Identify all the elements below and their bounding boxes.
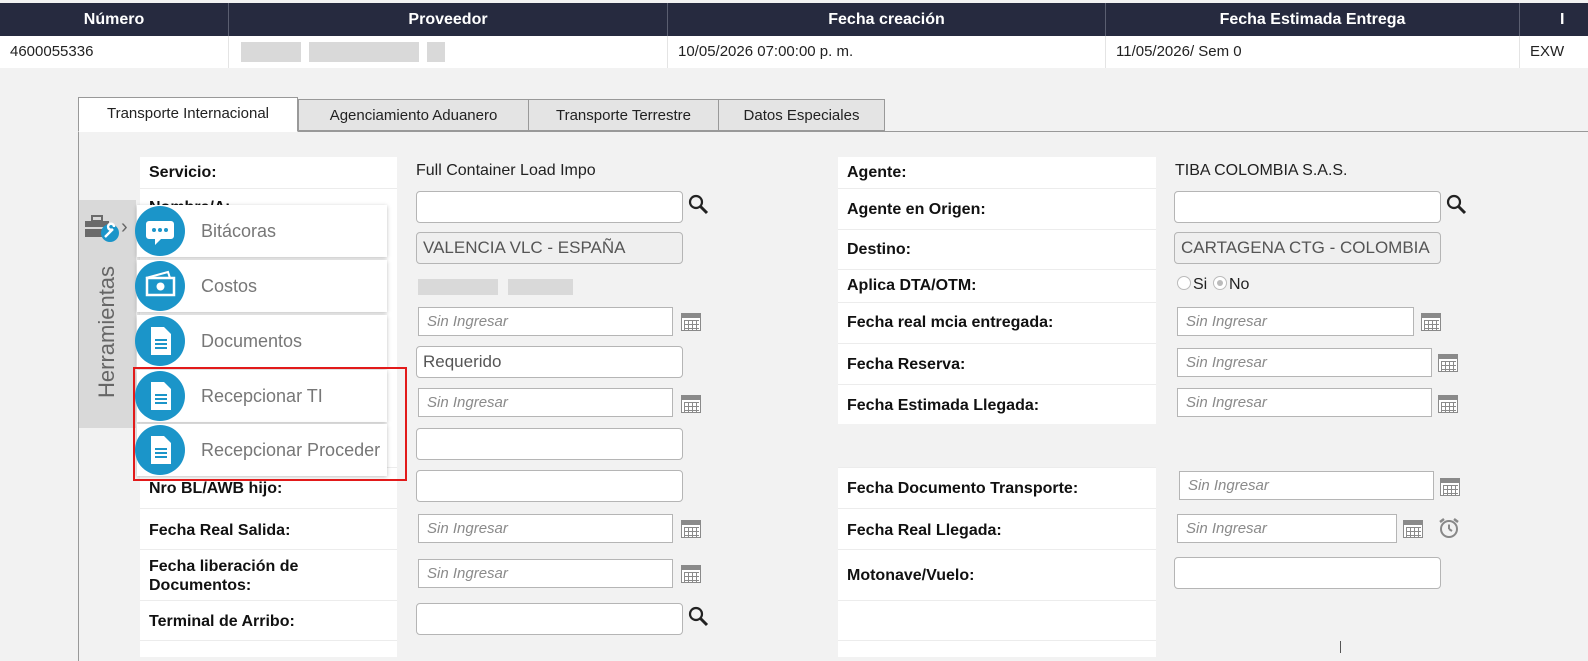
menu-item-bitacoras[interactable]: Bitácoras: [135, 205, 387, 257]
fecha-mcia-label: Fecha real mcia entregada:: [847, 314, 1054, 331]
alarm-clock-icon[interactable]: [1437, 516, 1461, 540]
tab-datos-especiales[interactable]: Datos Especiales: [718, 99, 885, 131]
radio-no-label: No: [1229, 276, 1250, 293]
servicio-label: Servicio:: [149, 164, 217, 181]
destino-label: Destino:: [847, 241, 911, 258]
agente-origen-label: Agente en Origen:: [847, 201, 986, 218]
search-icon[interactable]: [687, 605, 709, 627]
cell-incoterm: EXW: [1530, 43, 1565, 60]
fecha-mcia-input[interactable]: Sin Ingresar: [1177, 307, 1414, 336]
search-icon[interactable]: [1445, 193, 1467, 215]
calendar-icon[interactable]: [681, 520, 701, 538]
calendar-icon[interactable]: [1438, 395, 1458, 413]
calendar-icon[interactable]: [1421, 313, 1441, 331]
document-icon: [135, 316, 185, 366]
col-fecha-estimada[interactable]: Fecha Estimada Entrega: [1106, 3, 1520, 36]
chat-icon: [135, 206, 185, 256]
search-icon[interactable]: [687, 193, 709, 215]
destino-field[interactable]: CARTAGENA CTG - COLOMBIA: [1174, 232, 1441, 264]
menu-item-label: Documentos: [201, 331, 303, 351]
calendar-icon[interactable]: [1440, 478, 1460, 496]
chevron-right-icon[interactable]: ›: [121, 216, 128, 239]
calendar-icon[interactable]: [681, 313, 701, 331]
bl-hijo-label: Nro BL/AWB hijo:: [149, 480, 283, 497]
nombre-input[interactable]: [416, 191, 683, 223]
tab-agenciamiento-aduanero[interactable]: Agenciamiento Aduanero: [298, 99, 529, 131]
highlight-box: [133, 367, 407, 481]
fecha-real-llegada-label: Fecha Real Llegada:: [847, 522, 1002, 539]
redacted-value: [418, 279, 573, 295]
fecha-reserva-label: Fecha Reserva:: [847, 356, 966, 373]
menu-item-documentos[interactable]: Documentos: [135, 315, 387, 367]
table-row[interactable]: 4600055336 10/05/2026 07:00:00 p. m. 11/…: [0, 36, 1588, 68]
date-input[interactable]: Sin Ingresar: [418, 388, 673, 417]
agente-value: TIBA COLOMBIA S.A.S.: [1175, 162, 1348, 179]
fecha-real-llegada-input[interactable]: Sin Ingresar: [1177, 514, 1397, 543]
radio-si[interactable]: [1177, 276, 1191, 290]
bl-hijo-input[interactable]: [416, 470, 683, 502]
tools-title: Herramientas: [94, 265, 119, 398]
tools-panel[interactable]: › Herramientas: [79, 200, 136, 428]
col-proveedor[interactable]: Proveedor: [229, 3, 668, 36]
fecha-estimada-llegada-label: Fecha Estimada Llegada:: [847, 397, 1040, 414]
terminal-arribo-input[interactable]: [416, 603, 683, 635]
calendar-icon[interactable]: [681, 565, 701, 583]
calendar-icon[interactable]: [681, 395, 701, 413]
calendar-icon[interactable]: [1403, 520, 1423, 538]
requerido-input[interactable]: Requerido: [416, 346, 683, 378]
agente-label: Agente:: [847, 164, 907, 181]
motonave-label: Motonave/Vuelo:: [847, 567, 975, 584]
menu-item-label: Costos: [201, 276, 258, 296]
menu-item-costos[interactable]: Costos: [135, 260, 387, 312]
tab-transporte-terrestre[interactable]: Transporte Terrestre: [528, 99, 719, 131]
text-input[interactable]: [416, 428, 683, 460]
radio-no[interactable]: [1213, 276, 1227, 290]
col-numero[interactable]: Número: [0, 3, 229, 36]
calendar-icon[interactable]: [1438, 354, 1458, 372]
cell-fecha-entrega: 11/05/2026/ Sem 0: [1106, 36, 1520, 68]
terminal-arribo-label: Terminal de Arribo:: [149, 613, 295, 630]
motonave-input[interactable]: [1174, 557, 1441, 589]
servicio-value: Full Container Load Impo: [416, 162, 596, 179]
menu-item-label: Bitácoras: [201, 221, 277, 241]
col-fecha-creacion[interactable]: Fecha creación: [668, 3, 1106, 36]
cell-proveedor-redacted: [229, 36, 668, 68]
origen-field[interactable]: VALENCIA VLC - ESPAÑA: [416, 232, 683, 264]
fecha-real-salida-label: Fecha Real Salida:: [149, 522, 291, 539]
fecha-liberacion-input[interactable]: Sin Ingresar: [418, 559, 673, 588]
agente-origen-input[interactable]: [1174, 191, 1441, 223]
tab-transporte-internacional[interactable]: Transporte Internacional: [78, 97, 298, 132]
money-icon: [135, 261, 185, 311]
col-next[interactable]: I: [1520, 3, 1588, 36]
toolbox-icon: [85, 215, 119, 242]
grid-header: Número Proveedor Fecha creación Fecha Es…: [0, 3, 1588, 36]
radio-si-label: Si: [1193, 276, 1208, 293]
cell-numero: 4600055336: [0, 36, 229, 68]
fecha-doc-transporte-input[interactable]: Sin Ingresar: [1179, 471, 1434, 500]
fecha-real-salida-input[interactable]: Sin Ingresar: [418, 514, 673, 543]
fecha-doc-transporte-label: Fecha Documento Transporte:: [847, 480, 1079, 497]
date-input[interactable]: Sin Ingresar: [418, 307, 673, 336]
fecha-reserva-input[interactable]: Sin Ingresar: [1177, 348, 1432, 377]
fecha-liberacion-label: Fecha liberación de Documentos:: [149, 558, 299, 594]
aplica-dta-label: Aplica DTA/OTM:: [847, 277, 977, 294]
fecha-estimada-llegada-input[interactable]: Sin Ingresar: [1177, 388, 1432, 417]
cell-fecha-creacion: 10/05/2026 07:00:00 p. m.: [668, 36, 1106, 68]
